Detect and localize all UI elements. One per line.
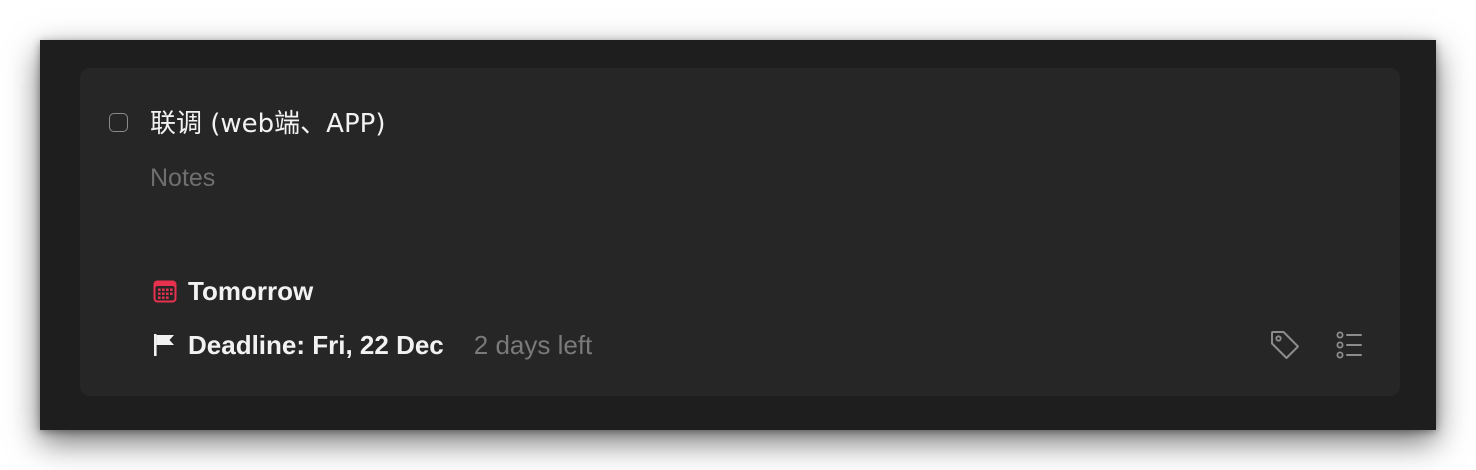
calendar-icon [152,278,178,304]
tag-button[interactable] [1268,328,1302,362]
task-card: 联调 (web端、APP) Notes Tomorrow Deadline: F… [80,68,1400,396]
flag-icon [152,332,178,358]
notes-field[interactable]: Notes [150,162,215,194]
app-window: 联调 (web端、APP) Notes Tomorrow Deadline: F… [40,40,1436,430]
tag-icon [1271,331,1299,359]
deadline-row[interactable]: Deadline: Fri, 22 Dec 2 days left [152,329,592,361]
task-title[interactable]: 联调 (web端、APP) [150,108,385,140]
days-left-label: 2 days left [473,329,593,360]
when-row[interactable]: Tomorrow [152,275,313,307]
deadline-label: Deadline: Fri, 22 Dec [188,329,444,360]
when-label: Tomorrow [188,275,314,306]
checklist-button[interactable] [1332,328,1366,362]
checklist-icon [1336,331,1362,359]
task-checkbox[interactable] [109,113,128,132]
